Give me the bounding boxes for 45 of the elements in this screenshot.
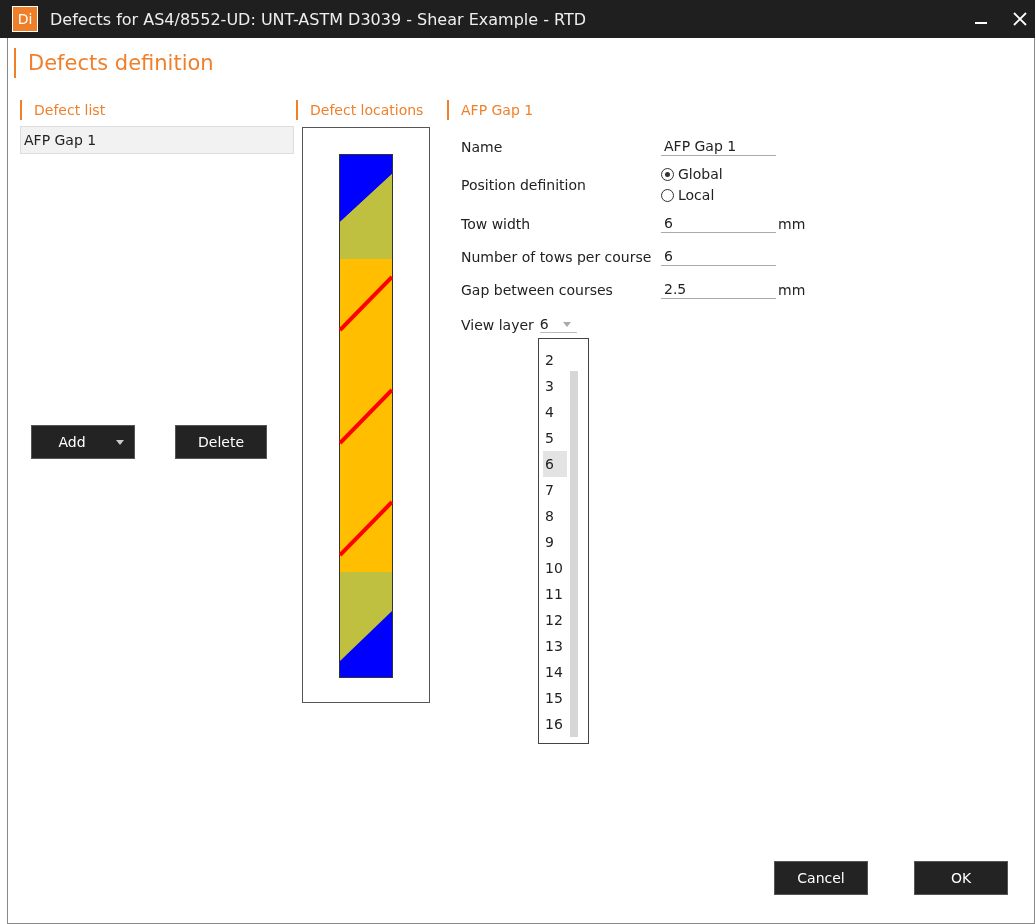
field-label: Tow width [461, 215, 532, 232]
radio-option[interactable]: Local [661, 185, 723, 206]
layer-option[interactable]: 7 [543, 477, 567, 503]
layer-option[interactable]: 16 [543, 711, 567, 737]
layer-option[interactable]: 9 [543, 529, 567, 555]
layer-dropdown[interactable]: 6 [539, 316, 577, 333]
delete-button[interactable]: Delete [175, 425, 267, 459]
layer-option[interactable]: 15 [543, 685, 567, 711]
add-button[interactable]: Add [31, 425, 135, 459]
page-title: Defects definition [14, 48, 214, 78]
close-icon[interactable] [1013, 12, 1027, 26]
input-field[interactable]: 6 [661, 214, 776, 233]
section-heading: Defect list [20, 100, 106, 120]
layer-option[interactable]: 4 [543, 399, 567, 425]
layer-option[interactable]: 13 [543, 633, 567, 659]
layer-option[interactable]: 11 [543, 581, 567, 607]
layer-option[interactable]: 12 [543, 607, 567, 633]
field-label: Position definition [461, 177, 587, 193]
layer-option[interactable]: 5 [543, 425, 567, 451]
radio-option[interactable]: Global [661, 164, 723, 185]
layer-option[interactable]: 2 [543, 347, 567, 373]
input-field[interactable]: AFP Gap 1 [661, 137, 776, 156]
layer-option[interactable]: 6 [543, 451, 567, 477]
layer-option[interactable]: 10 [543, 555, 567, 581]
section-heading: Defect locations [296, 100, 424, 120]
app-logo: Di [12, 6, 38, 32]
input-field[interactable]: 2.5 [661, 280, 776, 299]
dialog-button[interactable]: Cancel [774, 861, 868, 895]
dialog-button[interactable]: OK [914, 861, 1008, 895]
caret-icon [562, 321, 571, 327]
layer-option[interactable]: 8 [543, 503, 567, 529]
window-title: Defects for AS4/8552-UD: UNT-ASTM D3039 - Shear Example - RTD [50, 9, 588, 29]
layer-option[interactable]: 3 [543, 373, 567, 399]
section-heading: AFP Gap 1 [447, 100, 534, 120]
input-field[interactable]: 6 [661, 247, 776, 266]
unit-label: mm [778, 215, 806, 232]
unit-label: mm [778, 281, 806, 298]
field-label: Number of tows per course [461, 248, 653, 265]
layer-option[interactable]: 14 [543, 659, 567, 685]
field-label: Name [461, 138, 504, 155]
scrollbar[interactable] [570, 371, 578, 737]
defect-list-item[interactable]: AFP Gap 1 [20, 126, 294, 154]
caret-icon [115, 439, 124, 445]
field-label: Gap between courses [461, 281, 614, 298]
field-label: View layer [461, 316, 534, 333]
